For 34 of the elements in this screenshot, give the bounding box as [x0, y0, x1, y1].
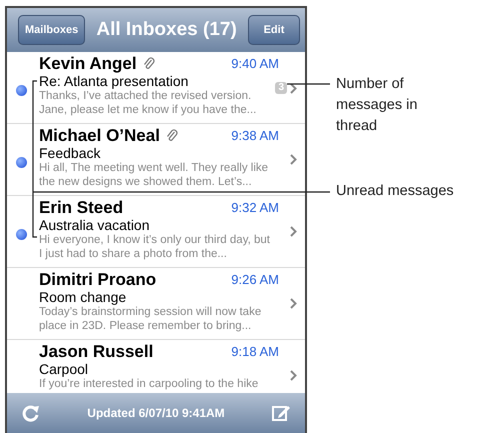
- chevron-icon: [290, 298, 297, 309]
- message-preview: Hi everyone, I know it’s only our third day, but I just had to share a photo from the...: [39, 233, 271, 261]
- message-subject: Re: Atlanta presentation: [39, 73, 188, 89]
- message-time: 9:32 AM: [231, 199, 279, 217]
- sender-name: Kevin Angel: [39, 55, 137, 73]
- sender-name: Erin Steed: [39, 199, 124, 217]
- refresh-icon[interactable]: [21, 403, 41, 423]
- back-button[interactable]: Mailboxes: [18, 15, 86, 45]
- message-time: 9:18 AM: [231, 343, 279, 361]
- chevron-icon: [290, 226, 297, 237]
- update-status: Updated 6/07/10 9:41AM: [87, 405, 225, 422]
- window-title: All Inboxes (17): [96, 18, 237, 42]
- sender-name: Jason Russell: [39, 343, 154, 361]
- message-subject: Carpool: [39, 361, 88, 377]
- chevron-icon: [290, 154, 297, 165]
- message-time: 9:38 AM: [231, 127, 279, 145]
- sender-name: Michael O’Neal: [39, 127, 160, 145]
- message-preview: Thanks, I’ve attached the revised version. Jane, please let me know if you have the...: [39, 89, 258, 117]
- message-preview: Hi all, The meeting went well. They really like the new designs we showed them. Let’s...: [39, 161, 270, 189]
- callout-label: Unread messages: [336, 182, 454, 201]
- message-subject: Australia vacation: [39, 217, 150, 233]
- message-subject: Room change: [39, 289, 126, 305]
- message-preview: Today’s brainstorming session will now take place in 23D. Please remember to bring...: [39, 305, 262, 333]
- leader-line: [287, 83, 330, 85]
- sender-name: Dimitri Proano: [39, 271, 156, 289]
- chevron-icon: [290, 82, 297, 94]
- chevron-icon: [290, 370, 297, 381]
- message-time: 9:40 AM: [231, 55, 279, 73]
- message-preview: If you’re interested in carpooling to the hike: [39, 377, 260, 391]
- compose-icon[interactable]: [270, 403, 291, 423]
- callout-label: Number of messages in thread: [336, 75, 418, 136]
- message-subject: Feedback: [39, 145, 100, 161]
- edit-button[interactable]: Edit: [248, 15, 300, 45]
- message-time: 9:26 AM: [231, 271, 279, 289]
